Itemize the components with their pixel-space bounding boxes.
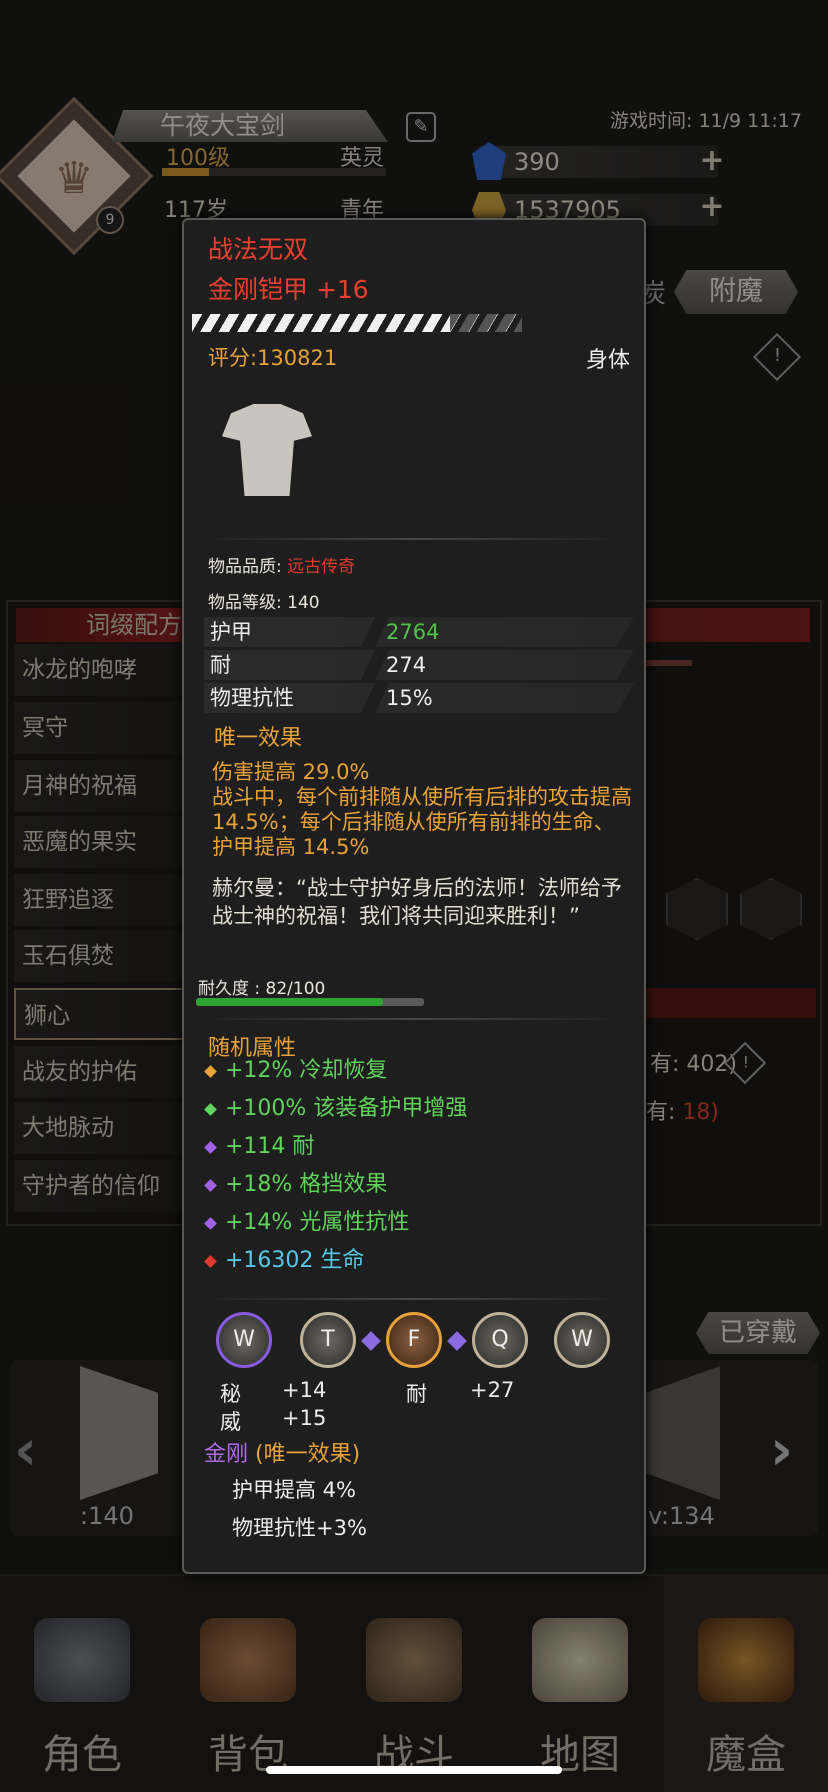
- quality-stripe-bar-empty: [450, 314, 522, 332]
- durability-label: 耐久度 : 82/100: [198, 979, 326, 999]
- unique-effect-line: 伤害提高 29.0%: [212, 760, 370, 784]
- stat-label: 护甲: [210, 620, 252, 644]
- random-attribute: +12% 冷却恢复: [204, 1056, 387, 1086]
- socket-label: +15: [282, 1406, 327, 1430]
- divider: [202, 1018, 624, 1020]
- unique-effect-line: 战斗中，每个前排随从使所有后排的攻击提高 14.5%；每个后排随从使所有前排的生…: [212, 785, 632, 859]
- socket-label: 威: [220, 1410, 241, 1434]
- item-level: 物品等级: 140: [208, 593, 320, 613]
- gem-dot-icon: [204, 1102, 217, 1116]
- stat-label: 物理抗性: [210, 686, 294, 710]
- home-indicator[interactable]: [266, 1766, 562, 1774]
- gem-dot-icon: [204, 1178, 217, 1192]
- rune-socket[interactable]: T: [300, 1312, 356, 1368]
- item-prefix: 战法无双: [208, 235, 309, 264]
- random-attribute: +14% 光属性抗性: [204, 1208, 409, 1238]
- gem-dot-icon: [204, 1064, 217, 1078]
- set-bonus-line: 护甲提高 4%: [232, 1478, 356, 1502]
- stat-value: 2764: [386, 620, 440, 644]
- stat-label: 耐: [210, 653, 231, 677]
- random-attribute: +16302 生命: [204, 1246, 364, 1276]
- socket-label: 秘: [220, 1382, 241, 1406]
- random-attribute: +114 耐: [204, 1132, 314, 1162]
- item-name: 金刚铠甲 +16: [208, 275, 369, 304]
- item-slot: 身体: [586, 348, 631, 373]
- socket-label: +14: [282, 1378, 327, 1402]
- rune-socket[interactable]: W: [216, 1312, 272, 1368]
- socket-label: +27: [470, 1378, 515, 1402]
- durability-bar-fill: [196, 998, 383, 1006]
- divider: [202, 1298, 624, 1300]
- random-attribute: +100% 该装备护甲增强: [204, 1094, 467, 1124]
- item-score: 评分:130821: [208, 346, 338, 370]
- gem-dot-icon: [204, 1254, 217, 1268]
- item-lore-quote: 赫尔曼：“战士守护好身后的法师！法师给予战士神的祝福！我们将共同迎来胜利！”: [212, 876, 622, 928]
- divider: [202, 538, 624, 540]
- item-quality: 物品品质: 远古传奇: [208, 557, 356, 577]
- random-attribute: +18% 格挡效果: [204, 1170, 387, 1200]
- rune-socket[interactable]: F: [386, 1312, 442, 1368]
- unique-effect-text: 伤害提高 29.0% 战斗中，每个前排随从使所有后排的攻击提高 14.5%；每个…: [212, 760, 632, 860]
- rune-socket[interactable]: W: [554, 1312, 610, 1368]
- gem-dot-icon: [204, 1140, 217, 1154]
- set-bonus-line: 物理抗性+3%: [232, 1516, 367, 1540]
- unique-effect-title: 唯一效果: [214, 726, 303, 751]
- gem-dot-icon: [204, 1216, 217, 1230]
- socket-label: 耐: [406, 1382, 427, 1406]
- stat-value: 274: [386, 653, 427, 677]
- rune-socket[interactable]: Q: [472, 1312, 528, 1368]
- set-bonus-title: 金刚 (唯一效果): [204, 1442, 361, 1467]
- stat-value: 15%: [386, 686, 433, 710]
